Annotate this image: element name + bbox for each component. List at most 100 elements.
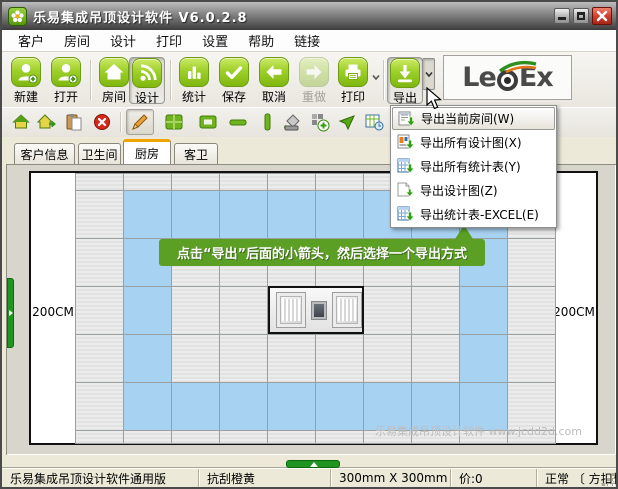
delete-icon[interactable] — [91, 111, 113, 133]
add-module-icon[interactable] — [309, 111, 331, 133]
minimize-button[interactable] — [554, 8, 570, 24]
maximize-button[interactable] — [573, 8, 589, 24]
design-button[interactable]: 设计 — [129, 57, 165, 104]
tab-customer-info[interactable]: 客户信息 — [14, 143, 75, 164]
ceiling-tile[interactable] — [268, 383, 316, 431]
ceiling-tile[interactable] — [412, 287, 460, 335]
ceiling-tile[interactable] — [220, 431, 268, 444]
open-customer-button[interactable]: 打开 — [48, 57, 84, 104]
app-window: 乐易集成吊顶设计软件 V6.0.2.8 客户 房间 设计 打印 设置 帮助 链接… — [0, 0, 618, 489]
export-room-icon — [397, 111, 417, 127]
undo-button[interactable]: 取消 — [256, 57, 292, 104]
brush-icon[interactable] — [126, 109, 154, 135]
close-button[interactable] — [592, 7, 612, 25]
ceiling-tile[interactable] — [268, 174, 316, 191]
ceiling-tile[interactable] — [76, 191, 124, 239]
ceiling-tile[interactable] — [364, 335, 412, 383]
toolbar-label: 统计 — [176, 88, 212, 105]
ceiling-tile[interactable] — [76, 383, 124, 431]
select-arrow-icon[interactable] — [337, 111, 359, 133]
ceiling-tile[interactable] — [220, 191, 268, 239]
ceiling-tile[interactable] — [220, 383, 268, 431]
menu-item-export-design[interactable]: 导出设计图(Z) — [392, 178, 555, 202]
menu-customer[interactable]: 客户 — [8, 29, 54, 52]
switch-module — [312, 302, 326, 319]
ceiling-tile[interactable] — [124, 383, 172, 431]
tab-guest-bath[interactable]: 客卫 — [174, 143, 218, 164]
save-button[interactable]: 保存 — [216, 57, 252, 104]
resize-grip[interactable] — [602, 473, 616, 487]
ceiling-tile[interactable] — [364, 287, 412, 335]
menu-room[interactable]: 房间 — [54, 29, 100, 52]
print-button[interactable]: 打印 — [335, 57, 371, 104]
menu-print[interactable]: 打印 — [146, 29, 192, 52]
maximize-icon — [577, 12, 585, 20]
ceiling-tile[interactable] — [316, 383, 364, 431]
export-design-icon — [396, 182, 416, 198]
bottom-panel-splitter[interactable] — [286, 460, 340, 468]
print-dropdown-arrow-icon[interactable] — [371, 68, 383, 82]
ceiling-tile[interactable] — [412, 335, 460, 383]
ceiling-tile[interactable] — [508, 335, 556, 383]
bar-vertical-icon[interactable] — [256, 111, 278, 133]
ceiling-tile[interactable] — [124, 174, 172, 191]
new-customer-button[interactable]: 新建 — [8, 57, 44, 104]
ceiling-tile[interactable] — [76, 287, 124, 335]
ceiling-tile[interactable] — [172, 287, 220, 335]
ceiling-tile[interactable] — [76, 335, 124, 383]
room-button[interactable]: 房间 — [96, 57, 132, 104]
tab-kitchen[interactable]: 厨房 — [123, 139, 171, 164]
left-panel-splitter[interactable] — [7, 278, 14, 348]
menu-bar: 客户 房间 设计 打印 设置 帮助 链接 — [2, 30, 616, 52]
menu-design[interactable]: 设计 — [100, 29, 146, 52]
ceiling-tile[interactable] — [316, 431, 364, 444]
menu-links[interactable]: 链接 — [284, 29, 330, 52]
ceiling-tile[interactable] — [172, 431, 220, 444]
ceiling-tile[interactable] — [220, 335, 268, 383]
ceiling-tile[interactable] — [460, 335, 508, 383]
panel-outline-icon[interactable] — [197, 111, 219, 133]
menu-settings[interactable]: 设置 — [192, 29, 238, 52]
bar-horizontal-icon[interactable] — [227, 111, 249, 133]
ceiling-tile[interactable] — [172, 335, 220, 383]
ceiling-tile[interactable] — [172, 191, 220, 239]
ceiling-tile[interactable] — [316, 191, 364, 239]
panel-fill-icon[interactable] — [163, 111, 185, 133]
ceiling-tile[interactable] — [124, 431, 172, 444]
fill-color-icon[interactable] — [280, 111, 302, 133]
tab-label: 客卫 — [184, 146, 208, 163]
ceiling-tile[interactable] — [316, 174, 364, 191]
home-next-icon[interactable] — [36, 111, 58, 133]
menu-item-export-current-room[interactable]: 导出当前房间(W) — [392, 107, 555, 130]
ceiling-tile[interactable] — [124, 287, 172, 335]
ceiling-tile[interactable] — [172, 383, 220, 431]
menu-item-export-all-tables[interactable]: 导出所有统计表(Y) — [392, 154, 555, 178]
ceiling-tile[interactable] — [268, 335, 316, 383]
paste-icon[interactable] — [63, 111, 85, 133]
ceiling-tile[interactable] — [124, 191, 172, 239]
ceiling-tile[interactable] — [76, 431, 124, 444]
ceiling-tile[interactable] — [508, 239, 556, 287]
ceiling-tile[interactable] — [76, 239, 124, 287]
menu-item-export-all-designs[interactable]: 导出所有设计图(X) — [392, 130, 555, 154]
export-dropdown-arrow-button[interactable] — [422, 58, 435, 90]
ceiling-tile[interactable] — [76, 174, 124, 191]
ceiling-tile[interactable] — [220, 174, 268, 191]
statistics-button[interactable]: 统计 — [176, 57, 212, 104]
ceiling-tile[interactable] — [268, 431, 316, 444]
menu-item-export-table-excel[interactable]: 导出统计表-EXCEL(E) — [392, 202, 555, 226]
tab-bathroom[interactable]: 卫生间 — [78, 143, 121, 164]
preview-table-icon[interactable] — [363, 111, 385, 133]
ceiling-tile[interactable] — [124, 335, 172, 383]
lighting-module[interactable] — [268, 286, 364, 334]
ceiling-tile[interactable] — [268, 191, 316, 239]
export-button[interactable]: 导出 — [387, 57, 423, 104]
export-tables-icon — [396, 158, 416, 174]
ceiling-tile[interactable] — [172, 174, 220, 191]
home-icon[interactable] — [10, 111, 32, 133]
ceiling-tile[interactable] — [460, 287, 508, 335]
menu-help[interactable]: 帮助 — [238, 29, 284, 52]
ceiling-tile[interactable] — [220, 287, 268, 335]
ceiling-tile[interactable] — [508, 287, 556, 335]
ceiling-tile[interactable] — [316, 335, 364, 383]
